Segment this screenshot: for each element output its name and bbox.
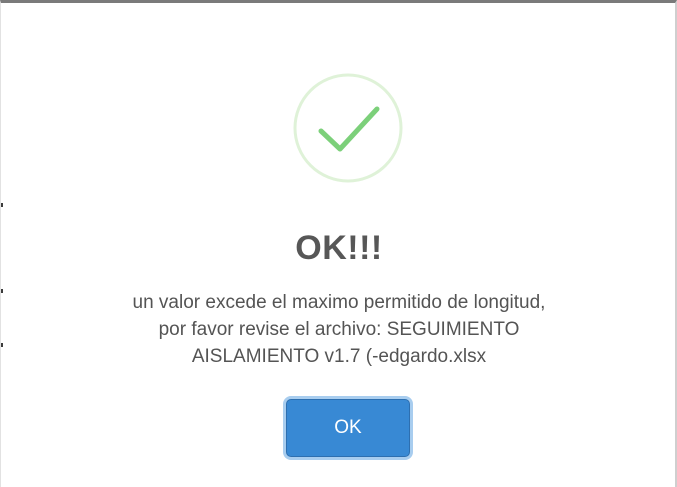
success-checkmark-icon	[291, 71, 405, 185]
dialog-message: un valor excede el maximo permitido de l…	[61, 289, 617, 370]
dialog-message-line: por favor revise el archivo: SEGUIMIENTO	[158, 319, 520, 340]
dialog-title: OK!!!	[295, 229, 383, 267]
window-edge-mark	[1, 343, 3, 347]
ok-button[interactable]: OK	[286, 399, 410, 457]
window-frame: OK!!! un valor excede el maximo permitid…	[0, 0, 677, 487]
alert-dialog: OK!!! un valor excede el maximo permitid…	[11, 17, 667, 479]
window-edge-mark	[1, 289, 3, 293]
dialog-message-line: un valor excede el maximo permitido de l…	[132, 292, 546, 313]
dialog-message-line: AISLAMIENTO v1.7 (-edgardo.xlsx	[191, 346, 487, 367]
window-edge-mark	[1, 203, 3, 207]
